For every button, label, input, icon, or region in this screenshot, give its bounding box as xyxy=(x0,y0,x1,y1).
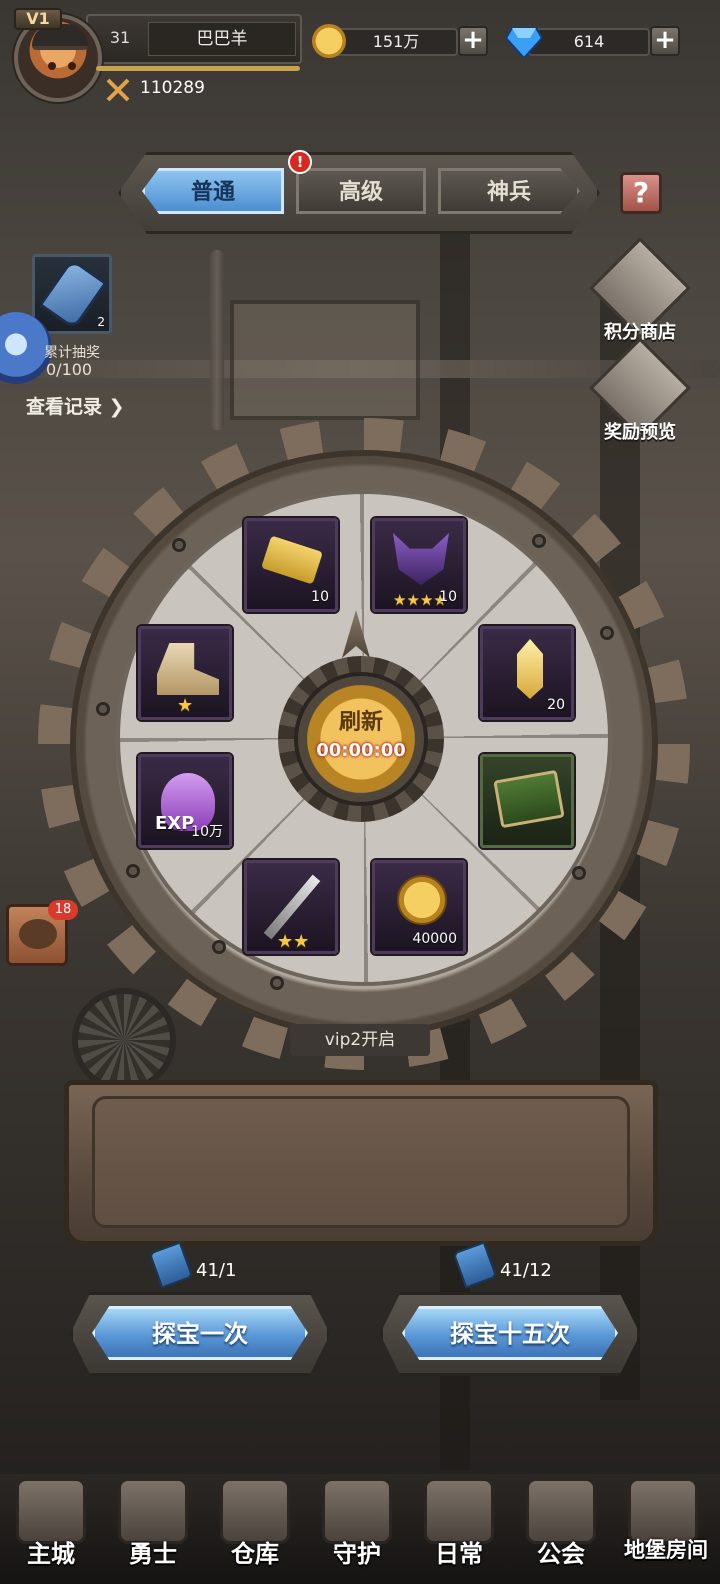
nav-bunker-room[interactable]: 地堡房间 xyxy=(612,1474,720,1584)
nav-main-city[interactable]: 主城 xyxy=(0,1474,102,1584)
slot-qty: 10 xyxy=(311,589,329,605)
crystal-icon xyxy=(517,639,543,699)
cumulative-progress: 0/100 xyxy=(46,360,93,379)
bolt xyxy=(212,940,226,954)
crossed-swords-icon xyxy=(106,78,130,102)
wheel-slot-sword: ★★ xyxy=(244,860,338,954)
nav-label: 仓库 xyxy=(231,1540,279,1568)
eye-icon xyxy=(48,62,56,70)
bg-window xyxy=(230,300,420,420)
nav-label: 主城 xyxy=(27,1540,75,1568)
slot-qty: 40000 xyxy=(412,931,457,947)
chat-badge: 18 xyxy=(48,900,78,920)
single-draw-cost: 41/1 xyxy=(196,1260,237,1281)
slot-stars: ★★ xyxy=(277,931,310,952)
wheel-slot-exp-potion: EXP 10万 xyxy=(138,754,232,848)
tab-divine-weapon[interactable]: 神兵 xyxy=(438,168,580,214)
draw-ticket-card[interactable]: 2 xyxy=(32,254,112,334)
gem-amount: 614 xyxy=(528,28,650,56)
exp-label-icon: EXP xyxy=(155,813,195,834)
bg-pipe xyxy=(210,250,224,430)
multi-draw-button[interactable]: 探宝十五次 xyxy=(402,1306,618,1360)
refresh-button[interactable] xyxy=(294,672,428,806)
nav-guild[interactable]: 公会 xyxy=(510,1474,612,1584)
reward-preview-button[interactable]: 奖励预览 xyxy=(589,337,691,446)
machine-cog xyxy=(72,988,176,1092)
vip-badge: V1 xyxy=(14,8,62,30)
paw-coin-icon xyxy=(312,24,346,58)
wheel-slot-ticket: 10 xyxy=(244,518,338,612)
add-gems-button[interactable]: + xyxy=(650,26,680,56)
player-name: 巴巴羊 xyxy=(148,22,296,56)
coin-amount: 151万 xyxy=(334,28,458,56)
slot-stars: ★ xyxy=(177,695,194,716)
machine-plate-inner xyxy=(92,1096,630,1228)
slot-qty: 20 xyxy=(547,697,565,713)
alert-badge: ! xyxy=(288,150,312,174)
scroll-icon xyxy=(148,1241,194,1289)
draw-ticket-count: 2 xyxy=(97,315,105,329)
chat-bubble-icon xyxy=(19,919,57,949)
wheel-slot-boots: ★ xyxy=(138,626,232,720)
eye-icon xyxy=(68,62,76,70)
wheel-slot-wolf-mask: ★★★★ 10 xyxy=(372,518,466,612)
nav-label: 日常 xyxy=(435,1540,483,1568)
nav-label: 公会 xyxy=(537,1540,585,1568)
player-level: 31 xyxy=(109,28,131,47)
bolt xyxy=(96,702,110,716)
sword-icon xyxy=(263,874,321,940)
wheel-slot-gold-coin: 40000 xyxy=(372,860,466,954)
nav-label: 勇士 xyxy=(129,1540,177,1568)
book-icon xyxy=(493,769,565,829)
exp-bar xyxy=(96,66,300,71)
nav-daily[interactable]: 日常 xyxy=(408,1474,510,1584)
bolt xyxy=(600,626,614,640)
nav-warriors[interactable]: 勇士 xyxy=(102,1474,204,1584)
bolt xyxy=(126,864,140,878)
tab-advanced[interactable]: 高级 xyxy=(296,168,426,214)
wheel-slot-skill-book xyxy=(480,754,574,848)
refresh-label: 刷新 xyxy=(338,710,383,735)
paw-coin-icon xyxy=(397,875,447,925)
ticket-icon xyxy=(261,535,323,585)
wheel-slot-crystal: 20 xyxy=(480,626,574,720)
nav-guardian[interactable]: 守护 xyxy=(306,1474,408,1584)
bolt xyxy=(270,976,284,990)
bolt xyxy=(572,866,586,880)
help-button[interactable]: ? xyxy=(620,172,662,214)
reward-preview-label: 奖励预览 xyxy=(604,422,676,443)
boots-icon xyxy=(157,643,219,695)
tab-normal[interactable]: 普通 xyxy=(142,168,284,214)
nav-warehouse[interactable]: 仓库 xyxy=(204,1474,306,1584)
vip-unlock-label: vip2开启 xyxy=(290,1024,430,1056)
points-shop-button[interactable]: 积分商店 xyxy=(589,237,691,346)
single-draw-button[interactable]: 探宝一次 xyxy=(92,1306,308,1360)
nav-label: 守护 xyxy=(333,1540,381,1568)
view-records-link[interactable]: 查看记录 ❯ xyxy=(26,392,125,419)
refresh-timer: 00:00:00 xyxy=(316,740,406,761)
slot-qty: 10万 xyxy=(191,824,223,840)
bolt xyxy=(172,538,186,552)
add-coins-button[interactable]: + xyxy=(458,26,488,56)
nav-label: 地堡房间 xyxy=(624,1538,708,1562)
combat-power: 110289 xyxy=(140,78,205,98)
gem-icon xyxy=(506,27,542,58)
bolt xyxy=(532,534,546,548)
slot-qty: 10 xyxy=(439,589,457,605)
cumulative-label: 累计抽奖 xyxy=(44,345,100,361)
multi-draw-cost: 41/12 xyxy=(500,1260,552,1281)
wolf-mask-icon xyxy=(393,533,449,585)
